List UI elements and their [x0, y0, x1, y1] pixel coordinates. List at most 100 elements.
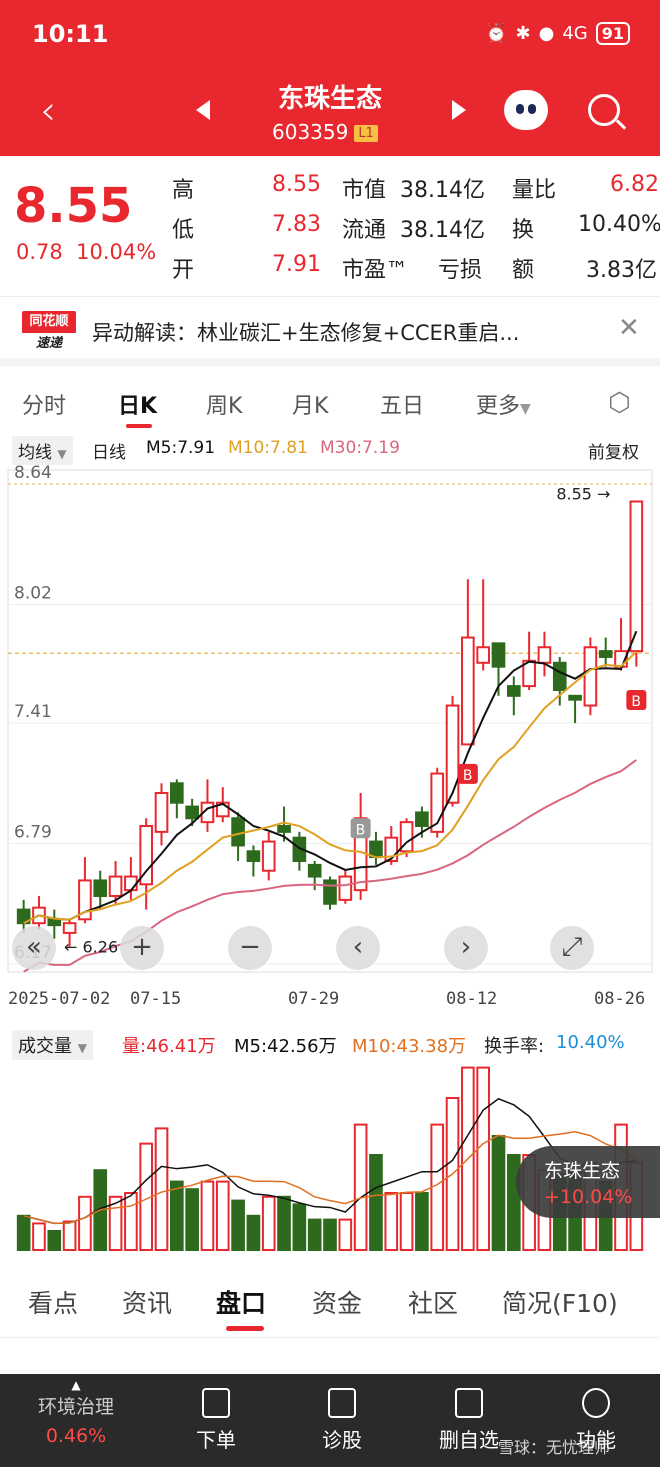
- tab-community[interactable]: 社区: [408, 1284, 458, 1320]
- quote-label: 量比: [512, 178, 557, 203]
- tab-intraday[interactable]: 分时: [22, 388, 66, 420]
- tab-news[interactable]: 资讯: [122, 1284, 172, 1320]
- assistant-robot-icon[interactable]: [504, 90, 548, 130]
- tab-daily-k[interactable]: 日K: [118, 388, 157, 420]
- alarm-icon: ⏰: [485, 23, 508, 44]
- zoom-in-icon[interactable]: +: [120, 926, 164, 970]
- status-bar: 10:11 ⏰ ✱ ● 4G 91: [0, 0, 660, 70]
- quote-label: 市值: [342, 178, 387, 203]
- volume-bar: [292, 1203, 307, 1251]
- volume-bar: [415, 1192, 429, 1251]
- volume-bar: [369, 1154, 383, 1251]
- candle-body: [476, 646, 490, 664]
- search-icon[interactable]: [588, 94, 620, 126]
- buy-marker-label: B: [463, 768, 473, 784]
- volume-bar: [170, 1180, 184, 1251]
- order-button[interactable]: 下单: [192, 1388, 240, 1453]
- candle-body: [506, 685, 521, 697]
- change-value: 0.78: [16, 240, 63, 264]
- candle-body: [598, 650, 613, 658]
- y-tick-label: 8.02: [14, 583, 52, 603]
- news-logo-bottom: 速递: [22, 333, 76, 355]
- quote-label: 高: [172, 178, 195, 203]
- quote-value: 6.82: [610, 172, 659, 197]
- volume-legend: 成交量 ▼ 量:46.41万 M5:42.56万 M10:43.38万 换手率:…: [0, 1028, 660, 1060]
- x-tick-label: 07-29: [288, 989, 339, 1009]
- float-tag-name: 东珠生态: [544, 1160, 621, 1182]
- quote-value: 3.83亿: [586, 258, 657, 283]
- quote-value: 亏损: [438, 258, 483, 283]
- tab-capital[interactable]: 资金: [312, 1284, 362, 1320]
- quote-label: 换: [512, 218, 535, 243]
- scroll-left-icon[interactable]: ‹: [336, 926, 380, 970]
- quote-panel: 8.55 0.78 10.04% 高 8.55 市值 38.14亿 量比 6.8…: [0, 156, 660, 296]
- tab-monthly-k[interactable]: 月K: [292, 388, 328, 420]
- volume-bar: [154, 1127, 169, 1251]
- diagnose-label: 诊股: [322, 1428, 362, 1452]
- quote-label: 开: [172, 258, 195, 283]
- news-logo-top: 同花顺: [29, 314, 69, 329]
- prev-stock-icon[interactable]: [196, 100, 210, 120]
- bluetooth-icon: ✱: [515, 23, 531, 44]
- volume-dropdown[interactable]: 成交量 ▼: [12, 1030, 93, 1060]
- floating-stock-tag[interactable]: 东珠生态 +10.04%: [516, 1146, 660, 1218]
- volume-bar: [215, 1180, 230, 1251]
- status-icons: ⏰ ✱ ● 4G 91: [485, 22, 630, 45]
- sector-name: 环境治理: [37, 1396, 114, 1418]
- max-price-label: 8.55 →: [556, 484, 610, 503]
- candle-body: [415, 811, 429, 828]
- scroll-right-icon[interactable]: ›: [444, 926, 488, 970]
- y-tick-label: 6.79: [14, 823, 52, 843]
- tab-order-book[interactable]: 盘口: [216, 1284, 266, 1320]
- remove-watchlist-button[interactable]: 删自选: [434, 1388, 504, 1453]
- volume-bar: [261, 1195, 276, 1252]
- x-tick-label: 2025-07-02: [8, 989, 110, 1009]
- volume-bar: [185, 1188, 199, 1251]
- tab-five-day[interactable]: 五日: [380, 388, 424, 420]
- stock-name: 东珠生态: [277, 84, 382, 114]
- ma-dropdown[interactable]: 均线 ▼: [12, 436, 73, 465]
- m5-label: M5:7.91: [146, 438, 216, 458]
- caret-up-icon: ▲: [71, 1378, 81, 1392]
- zoom-out-icon[interactable]: −: [228, 926, 272, 970]
- rewind-icon[interactable]: «: [12, 926, 56, 970]
- next-stock-icon[interactable]: [452, 100, 466, 120]
- settings-hexagon-icon[interactable]: ⬡: [608, 388, 631, 418]
- period-tabs: 分时 日K 周K 月K 五日 更多▼ ⬡: [0, 374, 660, 430]
- tab-profile[interactable]: 简况(F10): [502, 1284, 618, 1320]
- volume-bar: [62, 1220, 77, 1251]
- candle-body: [369, 840, 383, 859]
- tab-more[interactable]: 更多▼: [476, 388, 531, 420]
- candle-body: [108, 875, 123, 897]
- m10-label: M10:7.81: [228, 438, 308, 458]
- quote-value: 10.40%: [578, 212, 660, 237]
- period-label: 日线: [92, 443, 126, 463]
- tab-weekly-k[interactable]: 周K: [206, 388, 242, 420]
- candle-body: [62, 922, 77, 934]
- candle-body: [277, 825, 291, 833]
- stock-code-text: 603359: [272, 120, 349, 144]
- candle-body: [93, 879, 108, 897]
- volume-bar: [338, 1218, 353, 1252]
- news-text[interactable]: 异动解读：林业碳汇+生态修复+CCER重启...: [92, 317, 602, 347]
- candle-body: [307, 863, 322, 878]
- watermark: 雪球：无忧理师: [498, 1438, 611, 1457]
- candle-body: [583, 646, 598, 707]
- volume-bar: [399, 1192, 414, 1251]
- news-logo: 同花顺 速递: [22, 311, 76, 355]
- candle-body: [154, 791, 169, 833]
- sector-index[interactable]: ▲ 环境治理 0.46%: [30, 1378, 122, 1447]
- status-time: 10:11: [32, 20, 109, 48]
- y-tick-label: 7.41: [14, 702, 52, 722]
- back-icon[interactable]: ‹: [40, 88, 56, 134]
- fullscreen-icon[interactable]: ⤢: [550, 926, 594, 970]
- turnover-label: 换手率:: [484, 1036, 545, 1057]
- diagnose-button[interactable]: 诊股: [318, 1388, 366, 1453]
- adjust-mode[interactable]: 前复权: [588, 438, 639, 463]
- volume-bar: [246, 1214, 261, 1252]
- close-icon[interactable]: ✕: [618, 313, 640, 343]
- active-tab-indicator: [226, 1326, 264, 1331]
- tab-highlights[interactable]: 看点: [28, 1284, 78, 1320]
- volume-bar: [231, 1199, 245, 1252]
- news-banner[interactable]: 同花顺速递 异动解读：林业碳汇+生态修复+CCER重启... ✕: [0, 296, 660, 366]
